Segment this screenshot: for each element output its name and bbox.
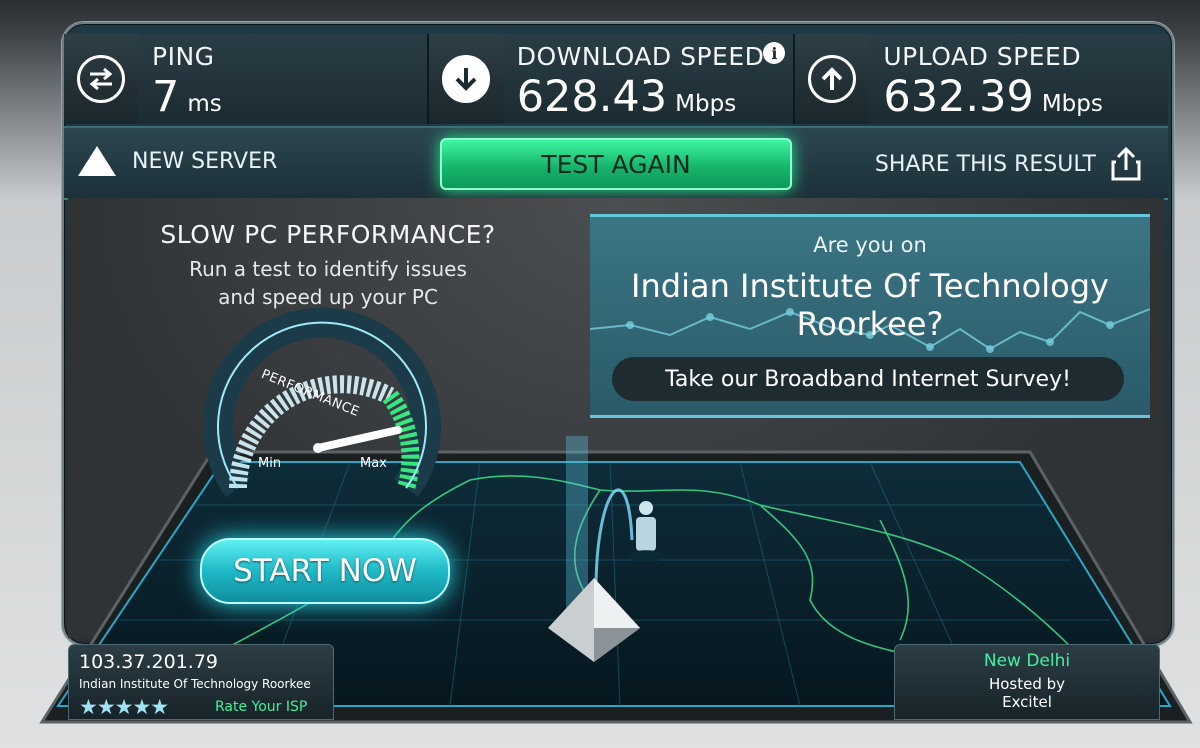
server-info-panel[interactable]: New Delhi Hosted by Excitel [894,644,1160,720]
server-host: Excitel [1002,693,1052,711]
rate-isp-link[interactable]: Rate Your ISP [215,699,307,715]
gauge-min-label: Min [258,456,282,471]
ip-address: 103.37.201.79 [79,651,219,673]
hosted-by-label: Hosted by [988,675,1066,693]
start-now-button[interactable]: START NOW [200,538,450,604]
map-floor [39,307,1193,724]
server-city: New Delhi [983,651,1071,671]
rating-stars-icon[interactable]: ★★★★★ [79,695,169,719]
isp-info-panel: 103.37.201.79 Indian Institute Of Techno… [68,644,334,720]
isp-name: Indian Institute Of Technology Roorkee [79,677,311,691]
gauge-max-label: Max [360,456,387,471]
